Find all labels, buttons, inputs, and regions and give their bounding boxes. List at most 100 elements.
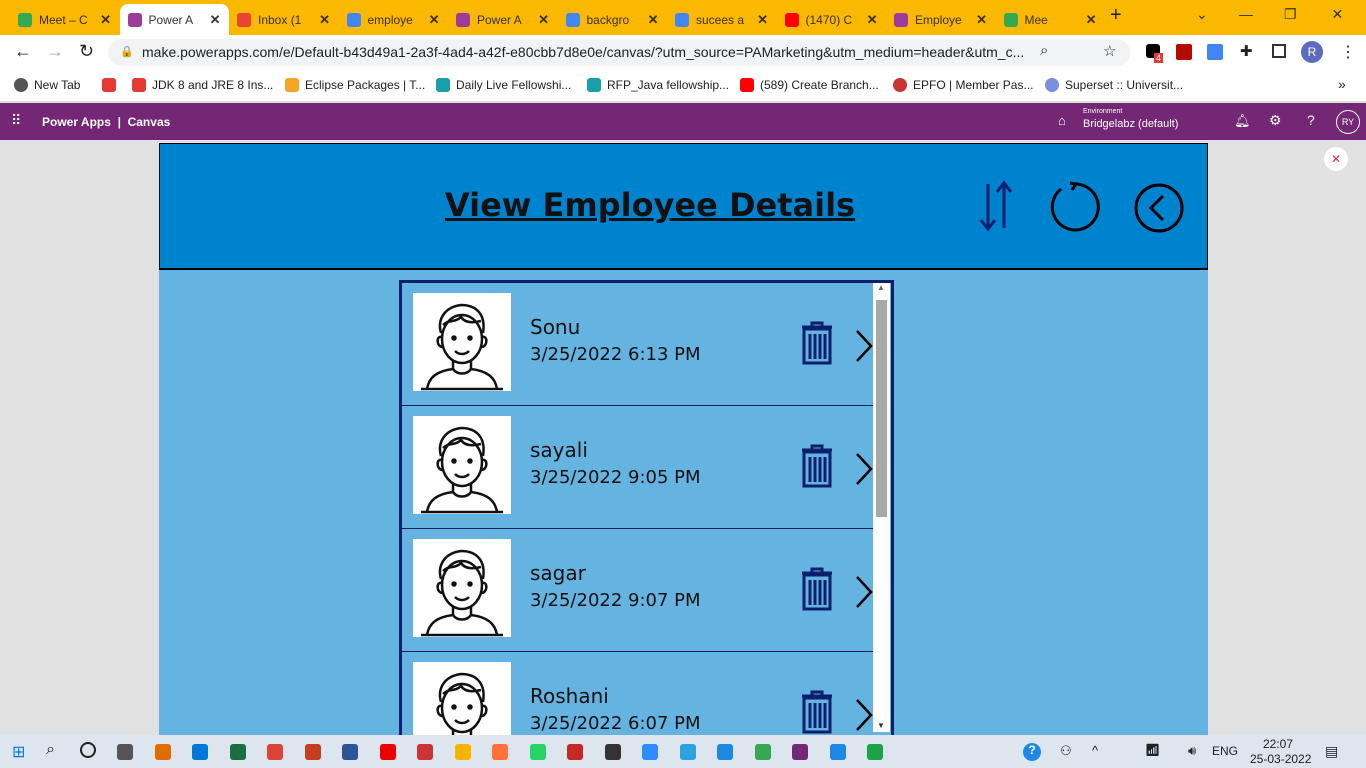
chevron-right-icon[interactable] <box>854 329 874 366</box>
close-tab-icon[interactable]: ✕ <box>429 12 440 28</box>
environment-name[interactable]: Bridgelabz (default) <box>1083 118 1178 130</box>
close-preview-button[interactable]: ✕ <box>1324 147 1348 171</box>
tray-chevron-icon[interactable]: ^ <box>1092 743 1098 758</box>
delete-icon[interactable] <box>800 567 834 614</box>
pdf-extension-icon[interactable] <box>1176 44 1192 60</box>
close-tab-icon[interactable]: ✕ <box>648 12 659 28</box>
scrollbar-thumb[interactable] <box>876 300 887 517</box>
taskbar-app-icon[interactable] <box>679 744 696 760</box>
start-icon[interactable]: ⊞ <box>12 742 25 762</box>
help-icon[interactable]: ? <box>1307 112 1315 128</box>
clock-time[interactable]: 22:07 <box>1263 737 1293 751</box>
taskbar-app-icon[interactable] <box>229 744 246 760</box>
app-launcher-icon[interactable]: ⠿ <box>11 112 21 129</box>
scrollbar[interactable]: ▲ ▼ <box>873 283 890 732</box>
taskbar-app-icon[interactable] <box>267 744 283 760</box>
more-bookmarks-icon[interactable]: » <box>1338 76 1346 92</box>
help-tray-icon[interactable]: ? <box>1023 743 1041 761</box>
taskbar-app-icon[interactable] <box>529 744 546 760</box>
employee-row[interactable]: Sonu 3/25/2022 6:13 PM <box>402 283 876 406</box>
bookmark[interactable]: Superset :: Universit... <box>1045 78 1183 92</box>
side-panel-icon[interactable] <box>1272 44 1286 58</box>
taskbar-app-icon[interactable] <box>754 744 771 760</box>
bookmark[interactable]: JDK 8 and JRE 8 Ins... <box>132 78 273 92</box>
browser-tab[interactable]: Power A ✕ <box>119 4 229 35</box>
language-indicator[interactable]: ENG <box>1212 744 1238 758</box>
wifi-icon[interactable]: 📶︎ <box>1145 743 1160 757</box>
browser-tab[interactable]: Inbox (1 ✕ <box>229 4 338 35</box>
translate-extension-icon[interactable] <box>1207 44 1223 60</box>
user-avatar[interactable]: RY <box>1336 110 1360 134</box>
browser-tab[interactable]: employe ✕ <box>339 4 448 35</box>
taskbar-app-icon[interactable] <box>829 744 846 760</box>
chevron-right-icon[interactable] <box>854 575 874 612</box>
browser-tab[interactable]: sucees a ✕ <box>667 4 776 35</box>
bookmark[interactable]: Eclipse Packages | T... <box>285 78 425 92</box>
delete-icon[interactable] <box>800 321 834 368</box>
taskbar-app-icon[interactable] <box>604 744 621 760</box>
bookmark[interactable]: Daily Live Fellowshi... <box>436 78 571 92</box>
reload-icon[interactable]: ↻ <box>79 41 94 62</box>
volume-icon[interactable]: 🔊︎ <box>1188 743 1196 759</box>
taskbar-app-icon[interactable] <box>567 744 583 760</box>
menu-icon[interactable]: ⋮ <box>1340 42 1356 62</box>
taskbar-app-icon[interactable] <box>379 744 396 760</box>
star-icon[interactable]: ☆ <box>1103 42 1116 60</box>
search-icon[interactable]: ⌕ <box>46 741 55 759</box>
close-tab-icon[interactable]: ✕ <box>867 12 878 28</box>
browser-tab[interactable]: (1470) C ✕ <box>777 4 886 35</box>
taskbar-app-icon[interactable] <box>492 744 508 760</box>
cortana-icon[interactable] <box>80 742 96 758</box>
browser-tab[interactable]: Meet – C ✕ <box>10 4 119 35</box>
close-tab-icon[interactable]: ✕ <box>100 12 111 28</box>
sort-icon[interactable] <box>978 180 1014 232</box>
browser-tab[interactable]: Power A ✕ <box>448 4 557 35</box>
close-tab-icon[interactable]: ✕ <box>538 12 549 28</box>
browser-tab[interactable]: Employe ✕ <box>886 4 995 35</box>
employee-row[interactable]: sayali 3/25/2022 9:05 PM <box>402 406 876 529</box>
taskbar-app-icon[interactable] <box>192 744 208 760</box>
profile-avatar[interactable]: R <box>1301 41 1323 63</box>
bookmark[interactable]: RFP_Java fellowship... <box>587 78 729 92</box>
chevron-right-icon[interactable] <box>854 698 874 735</box>
bell-icon[interactable]: 🔔︎ <box>1234 113 1251 129</box>
delete-icon[interactable] <box>800 444 834 491</box>
forward-icon[interactable]: → <box>46 41 64 62</box>
chevron-right-icon[interactable] <box>854 452 874 489</box>
puzzle-icon[interactable]: ✚ <box>1240 42 1253 60</box>
close-tab-icon[interactable]: ✕ <box>210 12 221 28</box>
taskbar-app-icon[interactable] <box>792 744 808 760</box>
taskbar-app-icon[interactable] <box>867 744 883 760</box>
zoom-icon[interactable]: ⌕ <box>1040 42 1048 59</box>
clock-date[interactable]: 25-03-2022 <box>1250 752 1311 766</box>
delete-icon[interactable] <box>800 690 834 737</box>
refresh-icon[interactable] <box>1048 180 1102 234</box>
address-bar[interactable]: make.powerapps.com/e/Default-b43d49a1-2a… <box>108 39 1130 66</box>
taskbar-app-icon[interactable] <box>454 744 471 760</box>
back-icon[interactable]: ← <box>14 41 32 62</box>
taskbar-app-icon[interactable] <box>117 744 133 760</box>
bookmark[interactable]: (589) Create Branch... <box>740 78 879 92</box>
bookmark[interactable]: New Tab <box>14 78 80 92</box>
taskbar-app-icon[interactable] <box>154 744 171 760</box>
close-tab-icon[interactable]: ✕ <box>319 12 330 28</box>
taskbar-app-icon[interactable] <box>417 744 433 760</box>
scroll-down-icon[interactable]: ▼ <box>877 721 885 730</box>
people-icon[interactable]: ⚇ <box>1060 743 1072 759</box>
bookmark[interactable] <box>102 78 116 92</box>
employee-row[interactable]: Roshani 3/25/2022 6:07 PM <box>402 652 876 737</box>
browser-tab[interactable]: Mee ✕ <box>996 4 1105 35</box>
new-tab-button[interactable]: + <box>1110 4 1122 27</box>
close-tab-icon[interactable]: ✕ <box>976 12 987 28</box>
close-tab-icon[interactable]: ✕ <box>1086 12 1097 28</box>
browser-tab[interactable]: backgro ✕ <box>558 4 667 35</box>
taskbar-app-icon[interactable] <box>304 744 321 760</box>
taskbar-app-icon[interactable] <box>342 744 358 760</box>
scroll-up-icon[interactable]: ▲ <box>877 283 885 292</box>
window-controls[interactable]: ⌄ — ❐ ✕ <box>1196 6 1343 23</box>
bookmark[interactable]: EPFO | Member Pas... <box>893 78 1033 92</box>
close-tab-icon[interactable]: ✕ <box>757 12 768 28</box>
employee-row[interactable]: sagar 3/25/2022 9:07 PM <box>402 529 876 652</box>
taskbar-app-icon[interactable] <box>642 744 658 760</box>
settings-icon[interactable]: ⚙ <box>1269 112 1282 129</box>
